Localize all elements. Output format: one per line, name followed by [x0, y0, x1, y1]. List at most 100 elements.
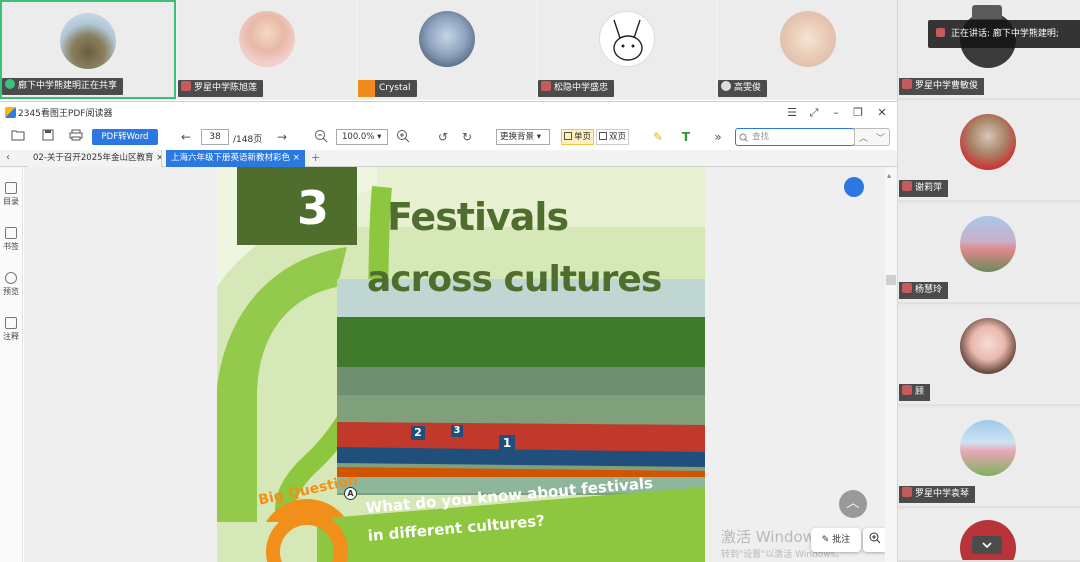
participant-name: Crystal: [358, 80, 417, 97]
participant-name: 罗星中学袁琴: [899, 486, 976, 503]
sidebar-item-preview[interactable]: 预览: [0, 272, 22, 297]
search-next-icon[interactable]: ﹀: [876, 131, 885, 144]
single-page-button[interactable]: 单页: [561, 129, 594, 145]
pdf-reader-window: 2345看图王PDF阅读器 ☰ ⤢ – ❐ ✕ PDF转Word ← 38 /1…: [0, 101, 897, 562]
scrollbar-thumb[interactable]: [886, 275, 896, 285]
cartoon-rabbit-icon: [613, 19, 643, 61]
mic-muted-icon: [902, 181, 912, 191]
participant-name: 杨慧玲: [899, 282, 949, 299]
side-navigation: 目录 书签 预览 注释: [0, 167, 23, 562]
avatar: [419, 11, 475, 67]
boat-number: 1: [499, 435, 515, 451]
next-page-icon[interactable]: →: [274, 129, 290, 145]
collapse-up-button[interactable]: [972, 5, 1002, 19]
mic-icon: [721, 81, 731, 91]
scroll-to-top-button[interactable]: ︿: [839, 490, 867, 518]
participant-name: 谢莉萍: [899, 180, 949, 197]
tab-bar: ‹ 02-关于召开2025年金山区教育 × 上海六年级下册英语新教材彩色 × +: [0, 150, 897, 167]
participant-tile[interactable]: 罗星中学陈旭莲: [178, 0, 356, 99]
participant-tile[interactable]: 廊下中学熊建明正在共享: [0, 0, 176, 99]
pen-icon: ✎: [821, 535, 833, 545]
rotate-left-icon[interactable]: ↺: [435, 129, 451, 145]
more-icon[interactable]: »: [710, 129, 726, 145]
tab-scroll-left-icon[interactable]: ‹: [6, 152, 10, 163]
participant-tile[interactable]: 罗星中学袁琴: [898, 408, 1080, 508]
contents-icon: [5, 182, 17, 194]
participant-tile[interactable]: 顾: [898, 306, 1080, 406]
sidebar-item-bookmarks[interactable]: 书签: [0, 227, 22, 252]
mic-muted-icon: [902, 487, 912, 497]
share-screen-icon: [5, 79, 15, 89]
mic-muted-icon: [902, 79, 912, 89]
chevron-down-icon: [982, 542, 992, 549]
document-area[interactable]: 3 Festivals across cultures 2 3 1 A Big …: [24, 167, 897, 562]
sidebar-item-contents[interactable]: 目录: [0, 182, 22, 207]
search-icon: [739, 133, 748, 142]
page-number-input[interactable]: 38: [201, 129, 229, 145]
search-prev-icon[interactable]: ︿: [859, 131, 868, 144]
minimize-button[interactable]: –: [828, 105, 844, 121]
zoom-select[interactable]: 100.0% ▾: [336, 129, 388, 145]
comment-icon: [5, 317, 17, 329]
avatar: [599, 11, 655, 67]
collapse-down-button[interactable]: [972, 536, 1002, 554]
floating-action-icon[interactable]: [844, 177, 864, 197]
print-icon[interactable]: [68, 129, 84, 145]
close-button[interactable]: ✕: [874, 105, 890, 121]
double-page-button[interactable]: 双页: [596, 129, 629, 145]
boat-number: 2: [411, 426, 425, 440]
double-page-icon: [599, 132, 607, 140]
search-input[interactable]: 查找: [735, 128, 855, 146]
avatar: [960, 114, 1016, 170]
menu-icon[interactable]: ☰: [784, 105, 800, 121]
magnifier-icon: [869, 532, 881, 544]
mic-muted-icon: [541, 81, 551, 91]
rotate-right-icon[interactable]: ↻: [459, 129, 475, 145]
title-bar: 2345看图王PDF阅读器 ☰ ⤢ – ❐ ✕: [0, 102, 897, 124]
avatar: [960, 420, 1016, 476]
scroll-up-arrow-icon[interactable]: ▴: [887, 171, 891, 180]
bookmark-icon: [5, 227, 17, 239]
highlight-icon[interactable]: ✎: [650, 129, 666, 145]
toolbar: PDF转Word ← 38 /148页 → 100.0% ▾ ↺ ↻ 更换背景 …: [0, 124, 897, 150]
meeting-window: 廊下中学熊建明正在共享 罗星中学陈旭莲 Crystal 松隐中学盛忠 高雯俊 罗…: [0, 0, 1080, 562]
text-color-icon[interactable]: T: [678, 129, 694, 145]
avatar: [960, 318, 1016, 374]
boat-number: 3: [451, 425, 463, 437]
participant-tile[interactable]: 谢莉萍: [898, 102, 1080, 202]
new-tab-icon[interactable]: +: [311, 151, 320, 164]
save-icon[interactable]: [40, 129, 56, 145]
maximize-button[interactable]: ❐: [850, 105, 866, 121]
tab-document-1[interactable]: 02-关于召开2025年金山区教育 ×: [28, 150, 162, 167]
change-background-button[interactable]: 更换背景 ▾: [496, 129, 550, 145]
zoom-in-icon[interactable]: [395, 129, 411, 145]
search-nav-buttons[interactable]: ︿ ﹀: [854, 128, 890, 146]
mic-muted-icon: [902, 385, 912, 395]
magnifier-button[interactable]: [863, 528, 887, 552]
avatar: [960, 216, 1016, 272]
annotate-button[interactable]: ✎ 批注: [811, 528, 861, 552]
avatar: [60, 13, 116, 69]
participant-name: 高雯俊: [718, 80, 768, 97]
app-logo-icon: [5, 107, 16, 118]
eye-icon: [5, 272, 17, 284]
mic-muted-icon: [902, 283, 912, 293]
participant-name: 廊下中学熊建明正在共享: [2, 78, 124, 95]
vertical-scrollbar[interactable]: ▴: [885, 167, 897, 562]
fullscreen-icon[interactable]: ⤢: [806, 105, 822, 121]
prev-page-icon[interactable]: ←: [178, 129, 194, 145]
user-icon: [358, 80, 375, 97]
participant-tile[interactable]: 高雯俊: [718, 0, 897, 99]
zoom-out-icon[interactable]: [313, 129, 329, 145]
participant-tile[interactable]: Crystal: [358, 0, 536, 99]
participant-name: 松隐中学盛忠: [538, 80, 615, 97]
app-title: 2345看图王PDF阅读器: [18, 109, 113, 119]
sidebar-item-annotations[interactable]: 注释: [0, 317, 22, 342]
participant-tile[interactable]: 松隐中学盛忠: [538, 0, 716, 99]
participant-name: 顾: [899, 384, 931, 401]
tab-document-2[interactable]: 上海六年级下册英语新教材彩色 ×: [166, 150, 305, 167]
mic-muted-icon: [181, 81, 191, 91]
pdf-to-word-button[interactable]: PDF转Word: [92, 129, 158, 145]
open-folder-icon[interactable]: [10, 129, 26, 145]
participant-tile[interactable]: 杨慧玲: [898, 204, 1080, 304]
